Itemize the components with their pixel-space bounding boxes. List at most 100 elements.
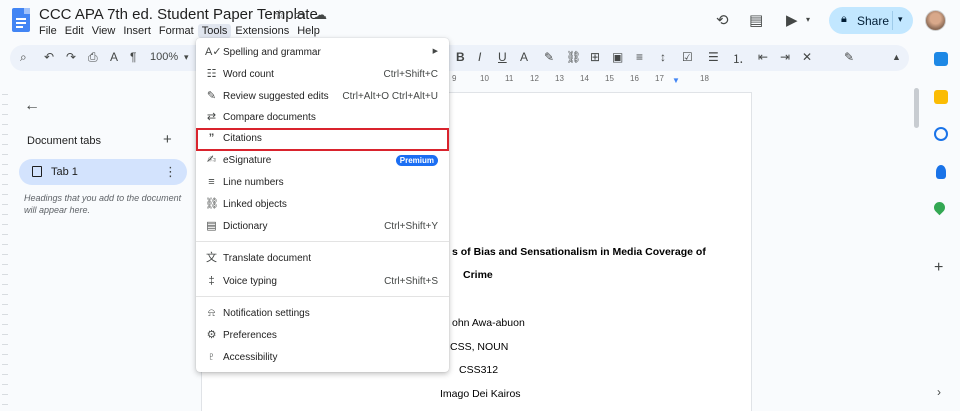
- back-arrow-icon[interactable]: ←: [24, 97, 40, 115]
- version-history-icon[interactable]: ⟲: [716, 11, 729, 29]
- menu-extensions[interactable]: Extensions: [231, 24, 293, 38]
- tabs-hint-text: Headings that you add to the document wi…: [24, 193, 182, 215]
- lock-icon: 🔒︎: [841, 13, 847, 25]
- premium-badge: Premium: [395, 155, 438, 166]
- align-icon[interactable]: ≡: [636, 50, 643, 64]
- citations-icon: ”: [208, 132, 215, 144]
- paper-title-line-2: Crime: [463, 269, 493, 281]
- editing-mode-icon[interactable]: ✎: [844, 50, 854, 64]
- spellcheck-toolbar-icon[interactable]: A: [110, 50, 118, 64]
- add-tab-icon[interactable]: +: [163, 131, 172, 148]
- numbered-list-icon[interactable]: ⒈: [732, 50, 744, 67]
- document-tabs-heading: Document tabs: [27, 135, 101, 147]
- search-menus-icon[interactable]: ⌕: [20, 50, 27, 65]
- comment-add-icon[interactable]: ⊞: [590, 50, 600, 64]
- share-dropdown-icon[interactable]: ▾: [898, 14, 903, 25]
- text-color-icon[interactable]: A: [520, 50, 528, 64]
- cloud-status-icon[interactable]: ☁: [314, 7, 327, 23]
- paper-title-line-1: s of Bias and Sensationalism in Media Co…: [452, 246, 706, 258]
- line-spacing-icon[interactable]: ↕: [660, 50, 666, 64]
- avatar[interactable]: [925, 10, 946, 31]
- underline-icon[interactable]: U: [498, 50, 507, 64]
- linked-objects-icon: ⛓: [205, 198, 219, 210]
- get-addons-icon[interactable]: +: [934, 259, 943, 277]
- app-header: CCC APA 7th ed. Student Paper Template ☆…: [0, 0, 960, 42]
- zoom-select[interactable]: 100%: [150, 51, 178, 63]
- chevron-down-icon[interactable]: ▾: [806, 15, 810, 24]
- preferences-icon: ⚙: [206, 329, 217, 341]
- italic-icon[interactable]: I: [478, 50, 481, 64]
- menu-view[interactable]: View: [88, 24, 120, 38]
- zoom-dropdown-icon[interactable]: ▾: [184, 52, 189, 63]
- menu-format[interactable]: Format: [155, 24, 198, 38]
- tools-menu: A✓ Spelling and grammar ▶ ☷ Word count C…: [196, 38, 449, 372]
- star-icon[interactable]: ☆: [274, 7, 286, 23]
- submenu-arrow-icon: ▶: [432, 48, 438, 55]
- highlight-icon[interactable]: ✎: [544, 50, 554, 64]
- menu-item-preferences[interactable]: ⚙ Preferences: [196, 326, 449, 346]
- share-button[interactable]: 🔒︎ Share ▾: [829, 7, 913, 34]
- word-count-icon: ☷: [206, 68, 217, 80]
- review-edits-icon: ✎: [206, 90, 217, 102]
- menu-edit[interactable]: Edit: [61, 24, 88, 38]
- vertical-scrollbar[interactable]: [914, 88, 919, 128]
- menu-item-notification-settings[interactable]: ⍾ Notification settings: [196, 304, 449, 324]
- decrease-indent-icon[interactable]: ⇤: [758, 50, 768, 64]
- menu-bar: File Edit View Insert Format Tools Exten…: [39, 24, 324, 38]
- tab-options-icon[interactable]: ⋮: [164, 164, 177, 180]
- undo-icon[interactable]: ↶: [44, 50, 54, 64]
- meet-video-icon[interactable]: ▶: [786, 11, 798, 29]
- menu-item-compare-documents[interactable]: ⇄ Compare documents: [196, 108, 449, 128]
- menu-divider: [196, 241, 449, 242]
- checklist-icon[interactable]: ☑: [682, 50, 693, 64]
- menu-item-review-suggested-edits[interactable]: ✎ Review suggested edits Ctrl+Alt+O Ctrl…: [196, 87, 449, 107]
- bulleted-list-icon[interactable]: ☰: [708, 50, 719, 64]
- redo-icon[interactable]: ↷: [66, 50, 76, 64]
- increase-indent-icon[interactable]: ⇥: [780, 50, 790, 64]
- instructor-name: Imago Dei Kairos: [440, 388, 521, 400]
- menu-item-accessibility[interactable]: ♇ Accessibility: [196, 348, 449, 368]
- menu-divider: [196, 296, 449, 297]
- collapse-toolbar-icon[interactable]: ▲: [892, 52, 901, 62]
- maps-icon[interactable]: [931, 199, 948, 216]
- menu-item-esignature[interactable]: ✍ eSignature Premium: [196, 151, 449, 171]
- menu-tools[interactable]: Tools: [197, 24, 232, 38]
- docs-logo-icon[interactable]: [12, 8, 30, 32]
- menu-item-line-numbers[interactable]: ≡ Line numbers: [196, 173, 449, 193]
- clear-formatting-icon[interactable]: ✕: [802, 50, 812, 64]
- menu-help[interactable]: Help: [293, 24, 324, 38]
- share-label: Share: [857, 14, 890, 28]
- bold-icon[interactable]: B: [456, 50, 465, 64]
- menu-item-dictionary[interactable]: ▤ Dictionary Ctrl+Shift+Y: [196, 217, 449, 237]
- menu-file[interactable]: File: [39, 24, 61, 38]
- tab-label: Tab 1: [51, 166, 78, 178]
- menu-item-word-count[interactable]: ☷ Word count Ctrl+Shift+C: [196, 65, 449, 85]
- paint-format-icon[interactable]: ¶: [130, 50, 136, 64]
- keep-icon[interactable]: [934, 90, 948, 104]
- translate-icon: 文: [206, 252, 217, 264]
- right-indent-marker-icon[interactable]: ▼: [672, 76, 680, 85]
- menu-insert[interactable]: Insert: [119, 24, 155, 38]
- move-folder-icon[interactable]: ▭: [294, 7, 306, 23]
- link-icon[interactable]: ⛓: [566, 50, 581, 64]
- menu-item-spelling-grammar[interactable]: A✓ Spelling and grammar ▶: [196, 43, 449, 63]
- bell-icon: ⍾: [207, 307, 216, 319]
- tasks-icon[interactable]: [934, 127, 948, 141]
- spellcheck-icon: A✓: [205, 46, 222, 58]
- contacts-icon[interactable]: [936, 165, 946, 179]
- expand-panel-icon[interactable]: ›: [937, 385, 941, 399]
- menu-item-citations[interactable]: ” Citations: [196, 128, 449, 151]
- menu-item-translate-document[interactable]: 文 Translate document: [196, 249, 449, 269]
- menu-item-linked-objects[interactable]: ⛓ Linked objects: [196, 195, 449, 215]
- document-tab-icon: [32, 166, 42, 177]
- author-department: CSS, NOUN: [450, 341, 509, 353]
- calendar-icon[interactable]: [934, 52, 948, 66]
- image-icon[interactable]: ▣: [612, 50, 623, 64]
- tab-1[interactable]: Tab 1 ⋮: [19, 159, 187, 185]
- comments-icon[interactable]: ▤: [749, 11, 763, 29]
- menu-item-voice-typing[interactable]: ‡ Voice typing Ctrl+Shift+S: [196, 272, 449, 292]
- compare-icon: ⇄: [206, 111, 217, 123]
- accessibility-icon: ♇: [207, 351, 216, 363]
- side-panel: + ›: [926, 42, 960, 411]
- print-icon[interactable]: ⎙: [88, 50, 98, 65]
